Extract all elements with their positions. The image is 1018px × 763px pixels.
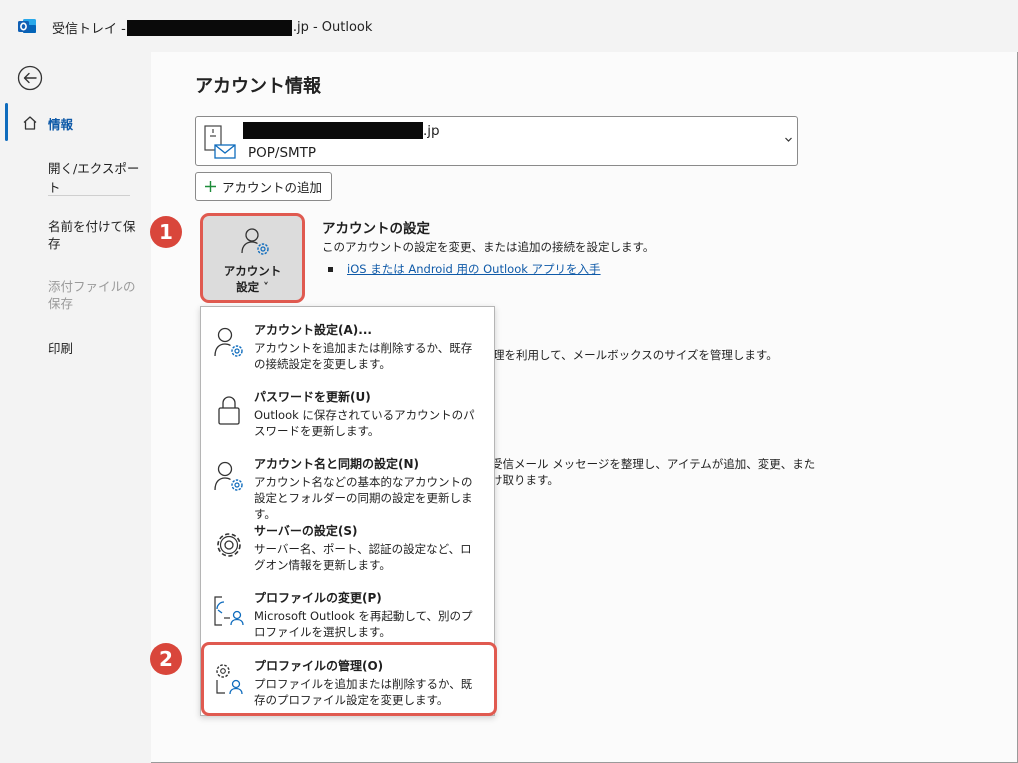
outlook-logo-icon <box>18 19 36 33</box>
active-nav-indicator <box>5 103 8 141</box>
menu-item-desc: Microsoft Outlook を再起動して、別のプロファイルを選択します。 <box>254 609 473 639</box>
menu-item-account-settings[interactable]: アカウント設定(A)... アカウントを追加または削除するか、既存の接続設定を変… <box>201 312 494 378</box>
page-title: アカウント情報 <box>195 76 321 97</box>
redacted-email <box>243 122 423 139</box>
mailbox-cleanup-desc-partial: 理を利用して、メールボックスのサイズを管理します。 <box>493 348 778 362</box>
account-settings-section-desc: このアカウントの設定を変更、または追加の接続を設定します。 <box>322 240 655 254</box>
plus-icon <box>205 181 216 192</box>
sidebar-item-save-attachments: 添付ファイルの保存 <box>48 279 136 311</box>
sidebar-item-open-export[interactable]: 開く/エクスポート <box>48 158 143 196</box>
account-email-suffix: .jp <box>423 122 440 139</box>
sidebar-item-print[interactable]: 印刷 <box>48 338 138 357</box>
account-gear-icon <box>214 461 243 491</box>
mobile-app-bullet: iOS または Android 用の Outlook アプリを入手 <box>328 261 601 277</box>
account-selector[interactable]: .jp POP/SMTP <box>195 116 798 166</box>
menu-item-title: サーバーの設定(S) <box>254 524 358 538</box>
add-account-label: アカウントの追加 <box>222 180 323 195</box>
step-2-highlight <box>201 642 497 716</box>
pop-account-icon <box>204 125 236 159</box>
sidebar-item-save-as[interactable]: 名前を付けて保存 <box>48 218 138 252</box>
step-1-badge: 1 <box>150 216 182 248</box>
menu-item-desc: アカウントを追加または削除するか、既存の接続設定を変更します。 <box>254 341 473 371</box>
menu-item-account-name-sync[interactable]: アカウント名と同期の設定(N) アカウント名などの基本的なアカウントの設定とフォ… <box>201 446 494 521</box>
sidebar-item-info[interactable]: 情報 <box>48 114 138 133</box>
add-account-button[interactable]: アカウントの追加 <box>195 172 332 201</box>
account-settings-label-line2: 設定 ˅ <box>236 280 269 294</box>
window-title-suffix: .jp - Outlook <box>292 20 373 35</box>
account-settings-label: アカウント 設定 ˅ <box>203 263 302 295</box>
account-settings-button[interactable]: アカウント 設定 ˅ <box>200 213 305 303</box>
menu-item-update-password[interactable]: パスワードを更新(U) Outlook に保存されているアカウントのパスワードを… <box>201 379 494 445</box>
account-settings-label-line1: アカウント <box>223 264 282 278</box>
chevron-down-icon <box>785 137 792 142</box>
menu-item-title: プロファイルの変更(P) <box>254 591 382 605</box>
bullet-square-icon <box>328 266 333 272</box>
menu-item-title: アカウント名と同期の設定(N) <box>254 457 420 471</box>
title-bar: 受信トレイ - .jp - Outlook <box>0 0 1018 52</box>
rules-desc-partial-line1: 受信メール メッセージを整理し、アイテムが追加、変更、また <box>491 457 816 471</box>
account-email: .jp <box>243 122 440 139</box>
account-gear-icon <box>241 228 269 255</box>
menu-item-server-settings[interactable]: サーバーの設定(S) サーバー名、ポート、認証の設定など、ログオン情報を更新しま… <box>201 513 494 579</box>
menu-item-title: パスワードを更新(U) <box>254 390 371 404</box>
mobile-app-link[interactable]: iOS または Android 用の Outlook アプリを入手 <box>347 261 601 277</box>
redacted-account-name <box>126 19 292 36</box>
home-icon <box>23 116 37 130</box>
gear-icon <box>217 533 241 557</box>
step-2-badge: 2 <box>150 643 182 675</box>
sidebar-divider <box>48 195 130 196</box>
menu-item-desc: サーバー名、ポート、認証の設定など、ログオン情報を更新します。 <box>254 542 472 572</box>
menu-item-desc: Outlook に保存されているアカウントのパスワードを更新します。 <box>254 408 475 438</box>
account-type: POP/SMTP <box>248 145 317 161</box>
rules-desc-partial-line2: け取ります。 <box>491 473 559 487</box>
account-gear-icon <box>214 327 243 357</box>
menu-item-title: アカウント設定(A)... <box>254 323 372 337</box>
backstage-sidebar: 情報 開く/エクスポート 名前を付けて保存 添付ファイルの保存 印刷 <box>0 52 151 763</box>
profile-switch-icon <box>214 596 244 626</box>
back-arrow-icon[interactable] <box>17 65 43 91</box>
window-title-prefix: 受信トレイ - <box>52 22 126 37</box>
account-settings-section-title: アカウントの設定 <box>322 221 430 237</box>
lock-icon <box>218 396 240 425</box>
window-title: 受信トレイ - .jp - Outlook <box>52 18 372 37</box>
menu-item-change-profile[interactable]: プロファイルの変更(P) Microsoft Outlook を再起動して、別の… <box>201 580 494 646</box>
